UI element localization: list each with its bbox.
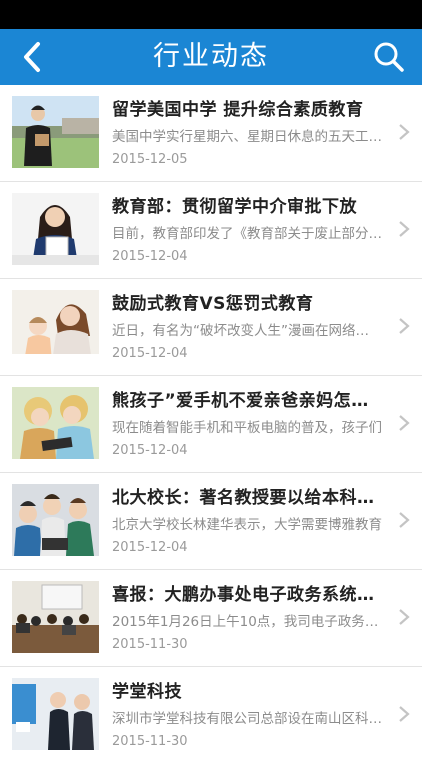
article-title: 学堂科技 bbox=[112, 682, 182, 702]
article-item[interactable]: 喜报：大鹏办事处电子政务系统上线 2015年1月26日上午10点，我司电子政务系… bbox=[0, 570, 422, 667]
article-thumbnail bbox=[12, 678, 99, 750]
article-summary: 现在随着智能手机和平板电脑的普及，孩子们 bbox=[112, 420, 382, 436]
chevron-right-icon bbox=[399, 609, 410, 625]
nav-bar: 行业动态 bbox=[0, 29, 422, 85]
article-thumbnail bbox=[12, 193, 99, 265]
chevron-right-icon bbox=[399, 706, 410, 722]
article-title: 鼓励式教育VS惩罚式教育 bbox=[112, 294, 314, 314]
article-date: 2015-12-04 bbox=[112, 540, 188, 555]
article-item[interactable]: 学堂科技 深圳市学堂科技有限公司总部设在南山区科技园 2015-11-30 bbox=[0, 667, 422, 763]
article-thumbnail bbox=[12, 484, 99, 556]
article-date: 2015-11-30 bbox=[112, 637, 188, 652]
chevron-right-icon bbox=[399, 512, 410, 528]
chevron-left-icon bbox=[24, 42, 40, 72]
chevron-right-icon bbox=[399, 124, 410, 140]
article-thumbnail bbox=[12, 96, 99, 168]
chevron-right-icon bbox=[399, 221, 410, 237]
back-button[interactable] bbox=[10, 34, 54, 80]
status-bar bbox=[0, 0, 422, 29]
article-summary: 深圳市学堂科技有限公司总部设在南山区科技园 bbox=[112, 711, 382, 727]
search-button[interactable] bbox=[366, 34, 412, 80]
article-date: 2015-11-30 bbox=[112, 734, 188, 749]
article-summary: 目前，教育部印发了《教育部关于废止部分规章 bbox=[112, 226, 382, 242]
article-summary: 美国中学实行星期六、星期日休息的五天工作制 bbox=[112, 129, 382, 145]
article-summary: 近日，有名为“破坏改变人生”漫画在网络上热传 bbox=[112, 323, 382, 339]
article-item[interactable]: 北大校长：著名教授要以给本科生上课 北京大学校长林建华表示，大学需要博雅教育 2… bbox=[0, 473, 422, 570]
article-item[interactable]: 鼓励式教育VS惩罚式教育 近日，有名为“破坏改变人生”漫画在网络上热传 2015… bbox=[0, 279, 422, 376]
article-list: 留学美国中学 提升综合素质教育 美国中学实行星期六、星期日休息的五天工作制 20… bbox=[0, 85, 422, 763]
article-item[interactable]: 留学美国中学 提升综合素质教育 美国中学实行星期六、星期日休息的五天工作制 20… bbox=[0, 85, 422, 182]
article-date: 2015-12-04 bbox=[112, 443, 188, 458]
article-title: 留学美国中学 提升综合素质教育 bbox=[112, 100, 364, 120]
article-title: 喜报：大鹏办事处电子政务系统上线 bbox=[112, 585, 382, 605]
article-summary: 北京大学校长林建华表示，大学需要博雅教育 bbox=[112, 517, 382, 533]
article-date: 2015-12-05 bbox=[112, 152, 188, 167]
article-item[interactable]: 教育部：贯彻留学中介审批下放 目前，教育部印发了《教育部关于废止部分规章 201… bbox=[0, 182, 422, 279]
article-thumbnail bbox=[12, 290, 99, 362]
article-title: 熊孩子”爱手机不爱亲爸亲妈怎么办 bbox=[112, 391, 382, 411]
article-date: 2015-12-04 bbox=[112, 249, 188, 264]
search-icon bbox=[374, 42, 404, 72]
chevron-right-icon bbox=[399, 415, 410, 431]
article-item[interactable]: 熊孩子”爱手机不爱亲爸亲妈怎么办 现在随着智能手机和平板电脑的普及，孩子们 20… bbox=[0, 376, 422, 473]
article-thumbnail bbox=[12, 387, 99, 459]
article-date: 2015-12-04 bbox=[112, 346, 188, 361]
article-thumbnail bbox=[12, 581, 99, 653]
article-title: 教育部：贯彻留学中介审批下放 bbox=[112, 197, 357, 217]
chevron-right-icon bbox=[399, 318, 410, 334]
article-summary: 2015年1月26日上午10点，我司电子政务系统 bbox=[112, 614, 382, 630]
article-title: 北大校长：著名教授要以给本科生上课 bbox=[112, 488, 382, 508]
page-title: 行业动态 bbox=[153, 41, 269, 72]
